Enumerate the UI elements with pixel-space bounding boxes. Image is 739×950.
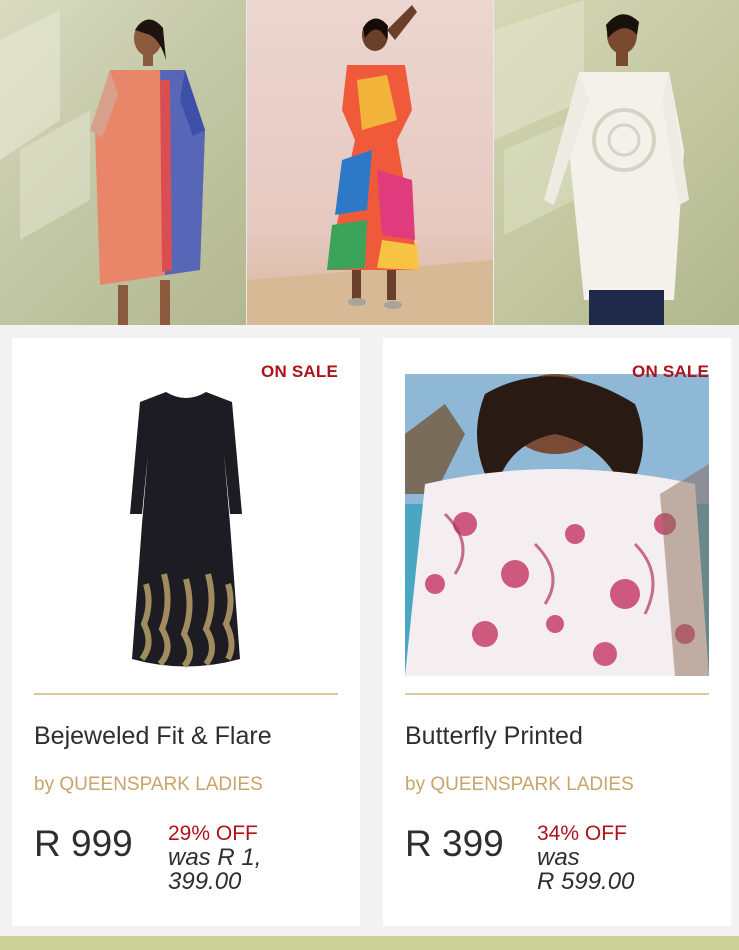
discount-percent: 29% OFF [168,822,258,845]
hero-image-colorful-dress[interactable] [246,0,494,325]
product-price: R 999 [34,823,133,864]
product-image-black-dress[interactable] [34,374,338,676]
was-price-line2: 399.00 [168,868,242,895]
sale-badge: ON SALE [632,362,709,381]
discount-info: 29% OFF was R 1, 399.00 [168,822,318,894]
discount-info: 34% OFF was R 599.00 [537,822,687,894]
discount-percent: 34% OFF [537,822,627,845]
was-price-line1: was R 1, [168,844,262,871]
hero-image-printed-dress[interactable] [0,0,246,325]
footer-strip [0,936,739,950]
product-card[interactable]: ON SALE Butterfly Printed by QUEENSPARK … [383,338,731,926]
hero-banner[interactable] [0,0,739,325]
product-brand[interactable]: by QUEENSPARK LADIES [405,774,634,796]
hero-image-crochet-top[interactable] [494,0,739,325]
was-price-line1: was [537,844,580,871]
was-price-line2: R 599.00 [537,868,635,895]
product-card[interactable]: ON SALE Bejeweled Fit & Flare by QUEENSP… [12,338,360,926]
product-brand[interactable]: by QUEENSPARK LADIES [34,774,263,796]
product-image-floral-blouse[interactable] [405,374,709,676]
product-price: R 399 [405,823,504,864]
product-title[interactable]: Bejeweled Fit & Flare [34,722,272,751]
product-title[interactable]: Butterfly Printed [405,722,583,751]
sale-badge: ON SALE [261,362,338,381]
card-divider [405,693,709,695]
card-divider [34,693,338,695]
